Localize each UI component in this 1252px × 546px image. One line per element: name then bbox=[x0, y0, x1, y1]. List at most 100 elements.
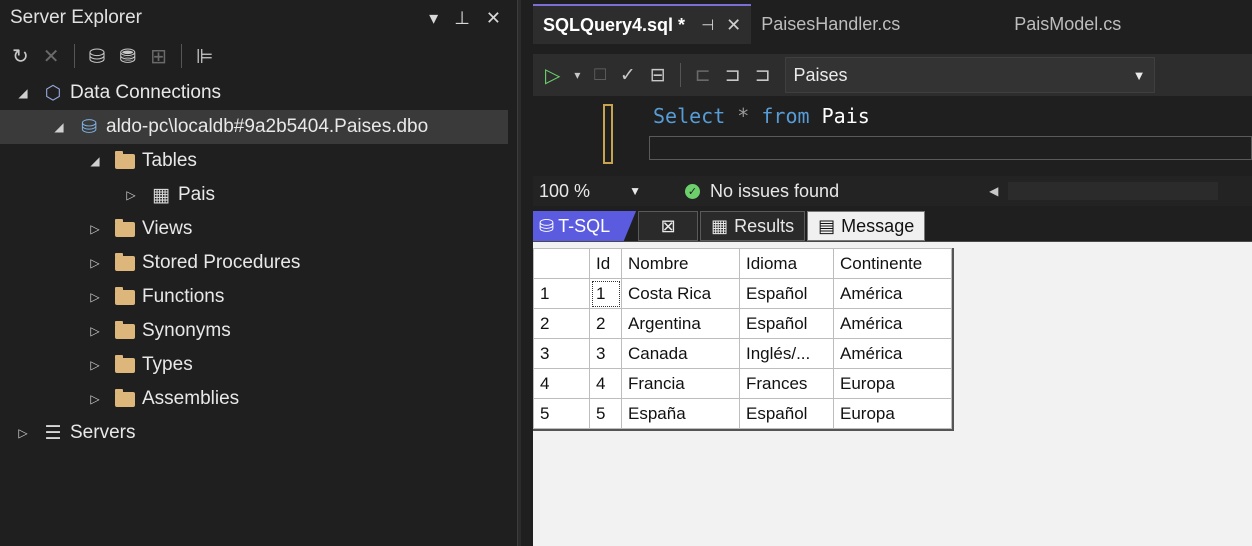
collapse-arrow-icon[interactable]: ▷ bbox=[86, 256, 104, 270]
database-select-value: Paises bbox=[793, 64, 848, 85]
scroll-left-icon[interactable]: ◀ bbox=[989, 184, 998, 198]
row-number[interactable]: 5 bbox=[533, 398, 590, 429]
table-row: 2 2 Argentina Español América bbox=[533, 308, 952, 339]
execute-dropdown-icon[interactable]: ▾ bbox=[574, 68, 580, 82]
cell-continente[interactable]: América bbox=[833, 338, 952, 369]
cell-id[interactable]: 4 bbox=[589, 368, 622, 399]
visual-studio-window: Server Explorer ▾ ⊥ ✕ ↻ ✕ ⛁ ⛃ ⊞ ⊫ ◢ ⬡ Da… bbox=[0, 0, 1252, 546]
disconnect-icon[interactable]: ⊐ bbox=[725, 64, 741, 87]
cell-idioma[interactable]: Frances bbox=[739, 368, 834, 399]
collapse-arrow-icon[interactable]: ▷ bbox=[86, 324, 104, 338]
collapse-arrow-icon[interactable]: ▷ bbox=[86, 222, 104, 236]
tab-message[interactable]: ▤ Message bbox=[807, 211, 926, 241]
server-explorer-toolbar: ↻ ✕ ⛁ ⛃ ⊞ ⊫ bbox=[0, 36, 517, 76]
tree-item-pais[interactable]: ▷ ▦ Pais bbox=[0, 178, 517, 212]
folder-icon bbox=[114, 252, 136, 271]
tree-item-types[interactable]: ▷ Types bbox=[0, 348, 517, 382]
row-number[interactable]: 2 bbox=[533, 308, 590, 339]
tab-tsql[interactable]: ⛁ T-SQL bbox=[533, 211, 637, 241]
tree-item-synonyms[interactable]: ▷ Synonyms bbox=[0, 314, 517, 348]
collapse-arrow-icon[interactable]: ▷ bbox=[122, 188, 140, 202]
cell-continente[interactable]: Europa bbox=[833, 398, 952, 429]
tab-label: PaisModel.cs bbox=[1014, 13, 1122, 34]
cell-idioma[interactable]: Español bbox=[739, 278, 834, 309]
message-icon: ▤ bbox=[818, 215, 836, 236]
collapse-arrow-icon[interactable]: ▷ bbox=[86, 358, 104, 372]
chevron-down-icon: ▼ bbox=[629, 184, 641, 198]
tab-paiseshandler[interactable]: PaisesHandler.cs bbox=[751, 4, 1004, 44]
tree-item-tables[interactable]: ◢ Tables bbox=[0, 144, 517, 178]
column-header-nombre[interactable]: Nombre bbox=[621, 248, 740, 279]
parse-query-icon[interactable]: ✓ bbox=[620, 64, 636, 87]
tab-execution-plan[interactable]: ⊠ bbox=[638, 211, 699, 241]
cell-nombre[interactable]: Argentina bbox=[621, 308, 740, 339]
sharepoint-connection-icon[interactable]: ⊞ bbox=[150, 44, 167, 69]
cell-id[interactable]: 5 bbox=[589, 398, 622, 429]
code-line-1[interactable]: Select * from Pais bbox=[653, 104, 870, 128]
pin-icon[interactable]: ⊣ bbox=[701, 16, 714, 34]
connect-to-database-icon[interactable]: ⛁ bbox=[89, 44, 106, 69]
cell-idioma[interactable]: Inglés/... bbox=[739, 338, 834, 369]
sql-editor-panel: SQLQuery4.sql * ⊣ ✕ PaisesHandler.cs Pai… bbox=[521, 0, 1252, 546]
tree-item-functions[interactable]: ▷ Functions bbox=[0, 280, 517, 314]
collapse-arrow-icon[interactable]: ▷ bbox=[86, 392, 104, 406]
tree-item-servers[interactable]: ▷ ☰ Servers bbox=[0, 416, 517, 450]
estimated-plan-icon[interactable]: ⊟ bbox=[650, 64, 666, 87]
cell-nombre[interactable]: Costa Rica bbox=[621, 278, 740, 309]
cell-id[interactable]: 2 bbox=[589, 308, 622, 339]
issues-indicator[interactable]: ✓ No issues found bbox=[685, 181, 839, 202]
tab-sqlquery4[interactable]: SQLQuery4.sql * ⊣ ✕ bbox=[533, 4, 752, 44]
row-number-header[interactable] bbox=[533, 248, 590, 279]
column-header-idioma[interactable]: Idioma bbox=[739, 248, 834, 279]
tab-results[interactable]: ▦ Results bbox=[700, 211, 806, 241]
sql-code-editor[interactable]: Select * from Pais bbox=[533, 96, 1252, 176]
cell-id[interactable]: 3 bbox=[589, 338, 622, 369]
cell-nombre[interactable]: Francia bbox=[621, 368, 740, 399]
tree-item-data-connections[interactable]: ◢ ⬡ Data Connections bbox=[0, 76, 517, 110]
horizontal-scrollbar[interactable] bbox=[1008, 182, 1219, 200]
column-header-id[interactable]: Id bbox=[589, 248, 622, 279]
cell-id[interactable]: 1 bbox=[589, 278, 622, 309]
database-select[interactable]: Paises ▼ bbox=[784, 57, 1155, 93]
cell-idioma[interactable]: Español bbox=[739, 308, 834, 339]
tree-item-views[interactable]: ▷ Views bbox=[0, 212, 517, 246]
close-icon[interactable]: ✕ bbox=[726, 15, 741, 36]
tree-item-stored-procedures[interactable]: ▷ Stored Procedures bbox=[0, 246, 517, 280]
connect-icon[interactable]: ⊏ bbox=[695, 64, 711, 87]
row-number[interactable]: 3 bbox=[533, 338, 590, 369]
cell-idioma[interactable]: Español bbox=[739, 398, 834, 429]
cell-nombre[interactable]: España bbox=[621, 398, 740, 429]
dropdown-arrow-icon[interactable]: ▾ bbox=[429, 8, 438, 29]
tree-item-label: Tables bbox=[142, 150, 197, 171]
table-row: 1 1 Costa Rica Español América bbox=[533, 278, 952, 309]
expand-arrow-icon[interactable]: ◢ bbox=[86, 154, 104, 168]
tree-item-label: Functions bbox=[142, 286, 225, 307]
stop-icon[interactable]: ✕ bbox=[43, 44, 60, 69]
column-header-continente[interactable]: Continente bbox=[833, 248, 952, 279]
change-connection-icon[interactable]: ⊐ bbox=[755, 64, 771, 87]
refresh-icon[interactable]: ↻ bbox=[12, 44, 29, 69]
zoom-select[interactable]: 100 % ▼ bbox=[533, 181, 653, 202]
tree-item-assemblies[interactable]: ▷ Assemblies bbox=[0, 382, 517, 416]
cell-continente[interactable]: Europa bbox=[833, 368, 952, 399]
tab-paismodel[interactable]: PaisModel.cs bbox=[1004, 4, 1131, 44]
execute-icon[interactable]: ▷ bbox=[545, 63, 560, 88]
table-row: 3 3 Canada Inglés/... América bbox=[533, 338, 952, 369]
row-number[interactable]: 4 bbox=[533, 368, 590, 399]
collapse-arrow-icon[interactable]: ▷ bbox=[86, 290, 104, 304]
cancel-query-icon[interactable]: □ bbox=[594, 64, 605, 86]
results-pane: Id Nombre Idioma Continente 1 1 Costa Ri… bbox=[533, 242, 1252, 546]
expand-arrow-icon[interactable]: ◢ bbox=[14, 86, 32, 100]
connect-to-server-icon[interactable]: ⛃ bbox=[119, 44, 136, 69]
expand-arrow-icon[interactable]: ◢ bbox=[50, 120, 68, 134]
collapse-arrow-icon[interactable]: ▷ bbox=[14, 426, 32, 440]
cell-continente[interactable]: América bbox=[833, 278, 952, 309]
cell-continente[interactable]: América bbox=[833, 308, 952, 339]
row-number[interactable]: 1 bbox=[533, 278, 590, 309]
current-line-highlight[interactable] bbox=[649, 136, 1252, 160]
close-icon[interactable]: ✕ bbox=[486, 8, 501, 29]
pin-icon[interactable]: ⊥ bbox=[454, 8, 470, 29]
properties-icon[interactable]: ⊫ bbox=[196, 44, 213, 69]
tree-item-connection[interactable]: ◢ ⛁ aldo-pc\localdb#9a2b5404.Paises.dbo bbox=[0, 110, 508, 144]
cell-nombre[interactable]: Canada bbox=[621, 338, 740, 369]
